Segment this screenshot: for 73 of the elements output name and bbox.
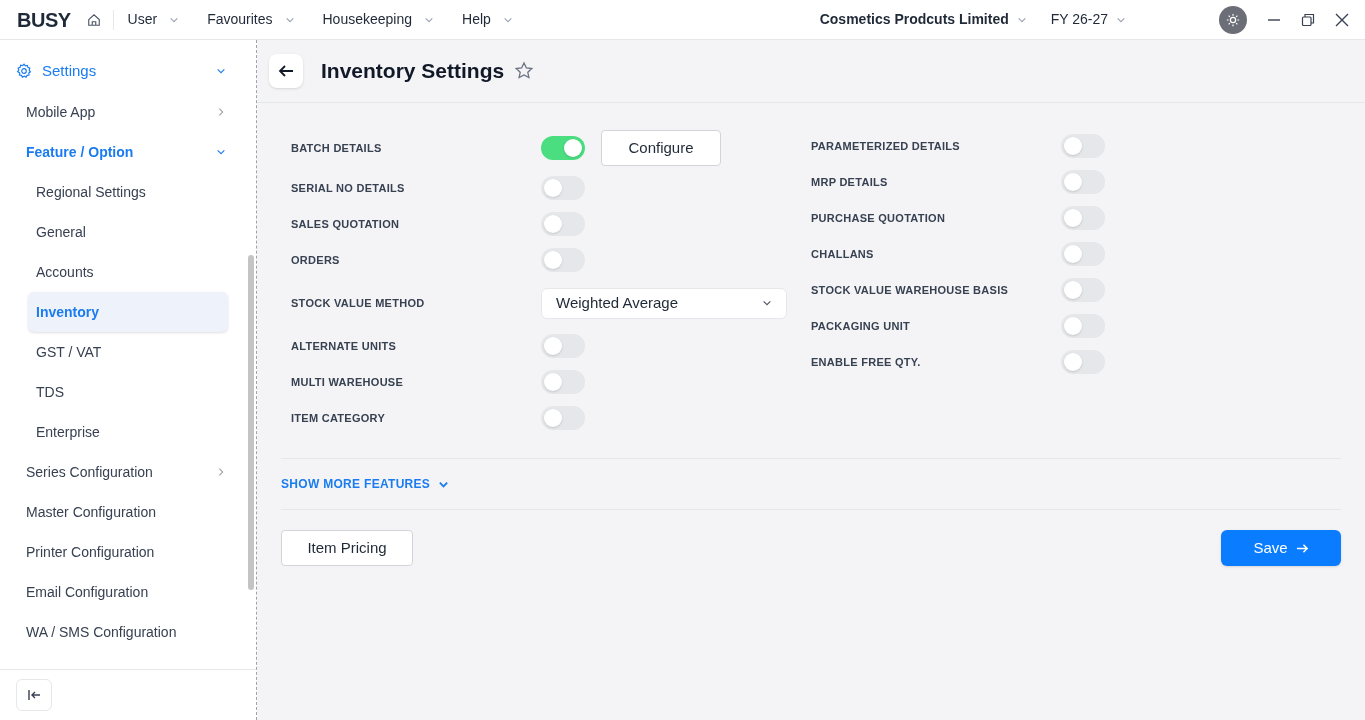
chevron-down-icon [216, 147, 226, 157]
toggle-switch[interactable] [1061, 278, 1105, 302]
setting-label: ORDERS [291, 252, 341, 268]
sidebar-item[interactable]: Enterprise [28, 412, 228, 452]
sun-icon [1226, 12, 1240, 27]
toggle-switch[interactable] [541, 212, 585, 236]
page-title: Inventory Settings [321, 58, 505, 85]
sidebar-item[interactable]: Regional Settings [28, 172, 228, 212]
company-dropdown[interactable]: Cosmetics Prodcuts Limited [819, 9, 1027, 30]
star-icon[interactable] [514, 61, 535, 81]
scrollbar[interactable] [248, 255, 254, 590]
sidebar-section[interactable]: Settings [0, 50, 256, 92]
restore-icon[interactable] [1301, 12, 1315, 27]
show-more-features-link[interactable]: SHOW MORE FEATURES [281, 475, 450, 493]
sidebar-item[interactable]: General [28, 212, 228, 252]
sidebar-item[interactable]: WA / SMS Configuration [0, 612, 256, 652]
toggle-switch[interactable] [1061, 134, 1105, 158]
save-button[interactable]: Save [1221, 530, 1341, 566]
sidebar-item[interactable]: GST / VAT [28, 332, 228, 372]
menu-item[interactable]: Housekeeping [308, 9, 448, 30]
setting-label: ALTERNATE UNITS [291, 338, 398, 354]
setting-label: PURCHASE QUOTATION [811, 210, 947, 226]
sidebar-item[interactable]: Inventory [28, 292, 228, 332]
setting-label: MRP DETAILS [811, 174, 889, 190]
setting-label: SALES QUOTATION [291, 216, 401, 232]
close-icon[interactable] [1335, 12, 1349, 27]
theme-toggle-button[interactable] [1219, 5, 1247, 34]
back-button[interactable] [269, 54, 303, 88]
settings-icon [16, 63, 32, 79]
sidebar-item[interactable]: Accounts [28, 252, 228, 292]
toggle-switch[interactable] [541, 136, 585, 160]
toggle-switch[interactable] [541, 370, 585, 394]
setting-label: STOCK VALUE WAREHOUSE BASIS [811, 282, 1010, 298]
sidebar-item[interactable]: Mobile App [0, 92, 256, 132]
sidebar-item[interactable]: Master Configuration [0, 492, 256, 532]
setting-label: CHALLANS [811, 246, 875, 262]
collapse-icon [27, 688, 41, 702]
home-icon[interactable] [86, 12, 101, 27]
toggle-switch[interactable] [1061, 206, 1105, 230]
sidebar-item[interactable]: Feature / Option [0, 132, 256, 172]
sidebar-item[interactable]: Series Configuration [0, 452, 256, 492]
sidebar-item[interactable]: TDS [28, 372, 228, 412]
toggle-switch[interactable] [1061, 242, 1105, 266]
setting-label: MULTI WAREHOUSE [291, 374, 405, 390]
toggle-switch[interactable] [541, 406, 585, 430]
configure-button[interactable]: Configure [601, 130, 721, 166]
toggle-switch[interactable] [541, 176, 585, 200]
toggle-switch[interactable] [541, 248, 585, 272]
fiscal-year-dropdown[interactable]: FY 26-27 [1050, 9, 1127, 30]
setting-label: BATCH DETAILS [291, 140, 383, 156]
menu-item[interactable]: Help [448, 9, 527, 30]
toggle-switch[interactable] [1061, 170, 1105, 194]
menu-item[interactable]: User [113, 9, 194, 30]
menu-item[interactable]: Favourites [193, 9, 309, 30]
setting-label: PACKAGING UNIT [811, 318, 911, 334]
setting-label: ITEM CATEGORY [291, 410, 387, 426]
sidebar-item[interactable]: Printer Configuration [0, 532, 256, 572]
toggle-switch[interactable] [1061, 314, 1105, 338]
collapse-sidebar-button[interactable] [16, 679, 52, 711]
setting-label: SERIAL NO DETAILS [291, 180, 406, 196]
setting-label: ENABLE FREE QTY. [811, 354, 922, 370]
sidebar-item[interactable]: Email Configuration [0, 572, 256, 612]
app-logo: BUSY [17, 7, 71, 33]
toggle-switch[interactable] [1061, 350, 1105, 374]
chevron-down-icon [216, 66, 226, 76]
stock-value-method-dropdown[interactable]: Weighted Average [541, 287, 787, 319]
item-pricing-button[interactable]: Item Pricing [281, 530, 413, 566]
chevron-down-icon [762, 298, 772, 308]
setting-label: PARAMETERIZED DETAILS [811, 138, 961, 154]
chevron-right-icon [216, 107, 226, 117]
chevron-right-icon [216, 467, 226, 477]
setting-label: STOCK VALUE METHOD [291, 295, 426, 311]
toggle-switch[interactable] [541, 334, 585, 358]
